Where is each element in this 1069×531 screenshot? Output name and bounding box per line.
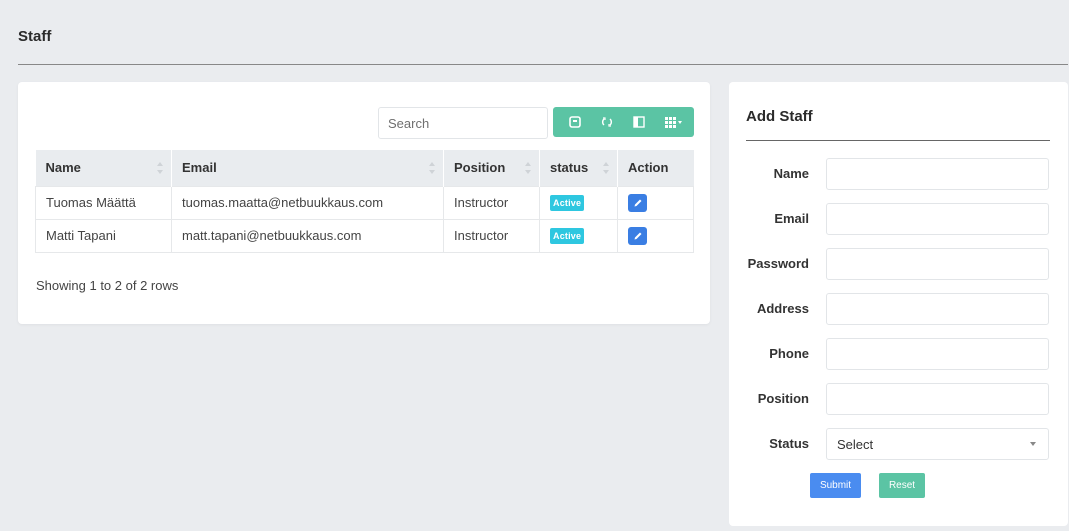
password-label: Password <box>747 256 809 271</box>
pencil-icon <box>634 199 641 206</box>
cell-status: Active <box>539 185 618 220</box>
edit-button[interactable] <box>628 193 647 212</box>
column-header-name[interactable]: Name <box>35 150 172 186</box>
status-label: Status <box>769 436 809 451</box>
cell-status: Active <box>539 218 618 253</box>
cell-email: matt.tapani@netbuukkaus.com <box>171 218 444 253</box>
table-row: Matti Tapani matt.tapani@netbuukkaus.com… <box>35 218 694 253</box>
staff-table: Name Email Position status Action Tuomas… <box>35 150 694 253</box>
chevron-down-icon <box>1030 442 1036 446</box>
cell-position: Instructor <box>443 218 540 253</box>
status-select[interactable]: Select <box>826 428 1049 460</box>
password-field[interactable] <box>826 248 1049 280</box>
name-label: Name <box>773 166 809 181</box>
refresh-button[interactable] <box>591 107 623 137</box>
edit-button[interactable] <box>628 226 647 245</box>
toggle-view-button[interactable] <box>559 107 591 137</box>
grid-icon <box>665 117 682 128</box>
reset-button[interactable]: Reset <box>879 473 925 498</box>
staff-table-panel: Name Email Position status Action Tuomas… <box>18 82 710 324</box>
position-label: Position <box>757 391 809 406</box>
address-field[interactable] <box>826 293 1049 325</box>
form-title: Add Staff <box>746 108 813 125</box>
cell-name: Tuomas Määttä <box>35 185 172 220</box>
columns-dropdown-button[interactable] <box>655 107 693 137</box>
columns-icon <box>633 116 645 128</box>
table-header-row: Name Email Position status Action <box>35 150 694 186</box>
page-title: Staff <box>18 28 52 45</box>
status-select-value: Select <box>837 436 874 452</box>
form-divider <box>746 140 1050 141</box>
cell-action <box>617 218 694 253</box>
search-input[interactable] <box>378 107 548 139</box>
cell-email: tuomas.maatta@netbuukkaus.com <box>171 185 444 220</box>
add-staff-panel: Add Staff Name Email Password Address Ph… <box>729 82 1068 526</box>
table-toolbar <box>553 107 694 137</box>
sort-icon <box>603 162 609 174</box>
email-field[interactable] <box>826 203 1049 235</box>
sort-icon <box>429 162 435 174</box>
column-header-action: Action <box>617 150 694 186</box>
status-badge: Active <box>550 228 585 244</box>
column-header-email[interactable]: Email <box>171 150 444 186</box>
cell-position: Instructor <box>443 185 540 220</box>
submit-button[interactable]: Submit <box>810 473 861 498</box>
columns-toggle-button[interactable] <box>623 107 655 137</box>
toggle-icon <box>569 116 581 128</box>
phone-label: Phone <box>769 346 809 361</box>
position-field[interactable] <box>826 383 1049 415</box>
pagination-info: Showing 1 to 2 of 2 rows <box>36 278 179 293</box>
phone-field[interactable] <box>826 338 1049 370</box>
status-badge: Active <box>550 195 585 211</box>
column-header-position[interactable]: Position <box>443 150 540 186</box>
email-label: Email <box>774 211 809 226</box>
refresh-icon <box>602 117 612 127</box>
cell-name: Matti Tapani <box>35 218 172 253</box>
sort-icon <box>525 162 531 174</box>
table-row: Tuomas Määttä tuomas.maatta@netbuukkaus.… <box>35 185 694 220</box>
pencil-icon <box>634 232 641 239</box>
sort-icon <box>157 162 163 174</box>
cell-action <box>617 185 694 220</box>
address-label: Address <box>756 301 809 316</box>
title-divider <box>18 64 1068 65</box>
column-header-status[interactable]: status <box>539 150 618 186</box>
name-field[interactable] <box>826 158 1049 190</box>
